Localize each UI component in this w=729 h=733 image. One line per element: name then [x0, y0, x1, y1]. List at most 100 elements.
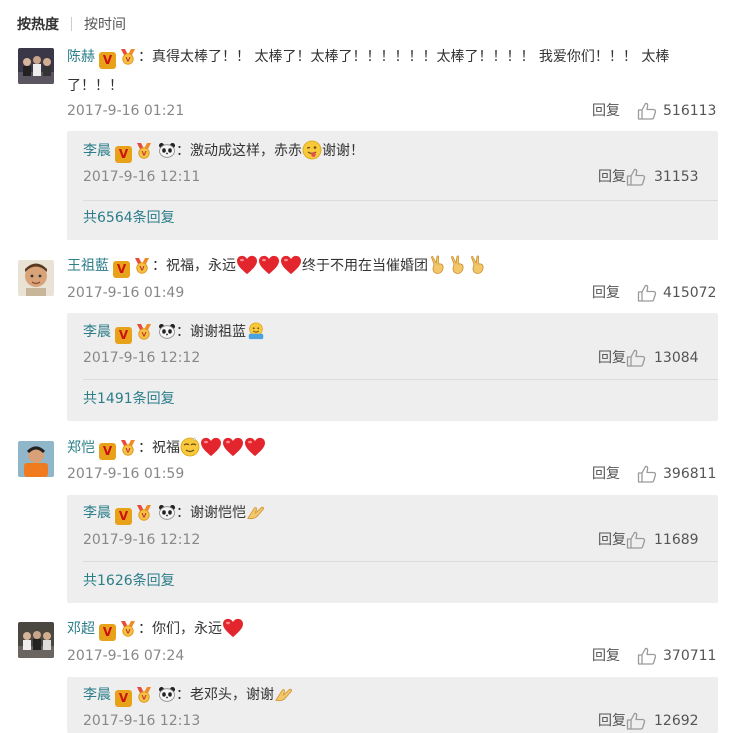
reply-button[interactable]: 回复	[592, 463, 620, 485]
comment-text: 陈赫 V ：真得太棒了！！ 太棒了！太棒了！！！！！！太棒了！！！！ 我爱你们！！！…	[67, 43, 707, 71]
comment-timestamp: 2017-9-16 01:49	[67, 285, 185, 301]
avatar[interactable]	[18, 441, 54, 477]
member-medal-icon	[118, 619, 138, 637]
like-count: 396811	[663, 466, 717, 482]
comment-meta: 2017-9-16 01:49 回复 415072	[67, 282, 717, 304]
reply-username[interactable]: 李晨	[83, 324, 111, 340]
comment-username[interactable]: 王祖藍	[67, 258, 109, 274]
dizzy-emoji-icon	[180, 437, 200, 457]
reply-timestamp: 2017-9-16 12:12	[83, 532, 201, 548]
comment-username[interactable]: 陈赫	[67, 49, 95, 65]
heart-emoji-icon	[222, 437, 244, 457]
thumbs-up-icon	[637, 465, 657, 483]
verified-v-icon: V	[115, 508, 132, 525]
comment-timestamp: 2017-9-16 07:24	[67, 648, 185, 664]
reply-timestamp: 2017-9-16 12:12	[83, 350, 201, 366]
pray-hands-icon	[274, 684, 294, 704]
reply-username[interactable]: 李晨	[83, 505, 111, 521]
more-replies-link[interactable]: 共6564条回复	[83, 208, 175, 228]
reply-body: ：谢谢恺恺	[176, 505, 246, 521]
reply-text: 李晨 V ：老邓头，谢谢	[83, 681, 294, 709]
like-count: 370711	[663, 648, 717, 664]
reply-username[interactable]: 李晨	[83, 687, 111, 703]
panda-badge-icon	[158, 142, 176, 158]
reply-body: ：老邓头，谢谢	[176, 687, 274, 703]
reply-box: 李晨 V ：谢谢祖蓝 2017-9-16 12:12 回复 13084 共1491条…	[67, 313, 718, 421]
member-medal-icon	[132, 256, 152, 274]
reply-button[interactable]: 回复	[598, 710, 626, 732]
reply-box: 李晨 V ：老邓头，谢谢 2017-9-16 12:13 回复 12692	[67, 677, 718, 733]
avatar[interactable]	[18, 260, 54, 296]
tongue-emoji-icon	[302, 140, 322, 160]
comment-text: 王祖藍 V ：祝福，永远 终于不用在当催婚团	[67, 252, 707, 280]
reply-button[interactable]: 回复	[598, 347, 626, 369]
heart-emoji-icon	[236, 255, 258, 275]
avatar[interactable]	[18, 622, 54, 658]
reply-text: 李晨 V ：谢谢恺恺	[83, 499, 266, 527]
thumbs-up-icon	[626, 531, 646, 549]
member-medal-icon	[134, 503, 154, 521]
like-count: 31153	[654, 169, 699, 185]
reply-timestamp: 2017-9-16 12:13	[83, 713, 201, 729]
reply-body: ：激动成这样，赤赤	[176, 143, 302, 159]
comment-timestamp: 2017-9-16 01:59	[67, 466, 185, 482]
comment-body: ：你们，永远	[138, 621, 222, 637]
comment-text: 邓超 V ：你们，永远	[67, 615, 707, 643]
more-replies-link[interactable]: 共1626条回复	[83, 571, 175, 591]
verified-v-icon: V	[115, 327, 132, 344]
sort-by-hot-tab[interactable]: 按热度	[17, 14, 59, 34]
comment-body: ：祝福，永远	[152, 258, 236, 274]
panda-badge-icon	[158, 686, 176, 702]
reply-text: 李晨 V ：激动成这样，赤赤 谢谢！	[83, 137, 364, 165]
reply-box: 李晨 V ：谢谢恺恺 2017-9-16 12:12 回复 11689 共1626条…	[67, 495, 718, 603]
heart-emoji-icon	[222, 618, 244, 638]
member-medal-icon	[134, 141, 154, 159]
comment-text-wrap: 了！！！	[67, 72, 707, 100]
member-medal-icon	[118, 438, 138, 456]
sort-by-time-tab[interactable]: 按时间	[84, 14, 126, 34]
thumbs-up-icon	[637, 102, 657, 120]
reply-button[interactable]: 回复	[598, 529, 626, 551]
panda-badge-icon	[158, 323, 176, 339]
like-count: 13084	[654, 350, 699, 366]
comment-body: ：真得太棒了！！ 太棒了！太棒了！！！！！！太棒了！！！！ 我爱你们！！！ 太棒	[138, 49, 670, 65]
more-replies-link[interactable]: 共1491条回复	[83, 389, 175, 409]
thumbs-up-icon	[626, 168, 646, 186]
member-medal-icon	[134, 685, 154, 703]
comment-body-end: 终于不用在当催婚团	[302, 258, 428, 274]
reply-button[interactable]: 回复	[598, 166, 626, 188]
comment-body: ：祝福	[138, 440, 180, 456]
like-count: 12692	[654, 713, 699, 729]
panda-badge-icon	[158, 504, 176, 520]
like-count: 415072	[663, 285, 717, 301]
comment-timestamp: 2017-9-16 01:21	[67, 103, 185, 119]
reply-body-end: 谢谢！	[322, 143, 364, 159]
like-count: 11689	[654, 532, 699, 548]
thumbs-up-icon	[626, 712, 646, 730]
reply-meta: 2017-9-16 12:12 回复 11689	[83, 529, 706, 551]
thumbs-up-icon	[626, 349, 646, 367]
comment-meta: 2017-9-16 01:59 回复 396811	[67, 463, 717, 485]
like-count: 516113	[663, 103, 717, 119]
reply-button[interactable]: 回复	[592, 100, 620, 122]
divider	[83, 379, 718, 380]
avatar[interactable]	[18, 48, 54, 84]
heart-emoji-icon	[280, 255, 302, 275]
reply-button[interactable]: 回复	[592, 645, 620, 667]
heart-emoji-icon	[200, 437, 222, 457]
reply-username[interactable]: 李晨	[83, 143, 111, 159]
heart-emoji-icon	[258, 255, 280, 275]
comment-username[interactable]: 郑恺	[67, 440, 95, 456]
reply-button[interactable]: 回复	[592, 282, 620, 304]
victory-hand-icon	[468, 255, 488, 275]
reply-meta: 2017-9-16 12:12 回复 13084	[83, 347, 706, 369]
verified-v-icon: V	[99, 443, 116, 460]
divider	[83, 200, 718, 201]
reply-box: 李晨 V ：激动成这样，赤赤 谢谢！ 2017-9-16 12:11 回复 31153…	[67, 131, 718, 240]
verified-v-icon: V	[99, 624, 116, 641]
comment-username[interactable]: 邓超	[67, 621, 95, 637]
heart-emoji-icon	[244, 437, 266, 457]
comment-meta: 2017-9-16 07:24 回复 370711	[67, 645, 717, 667]
victory-hand-icon	[428, 255, 448, 275]
victory-hand-icon	[448, 255, 468, 275]
